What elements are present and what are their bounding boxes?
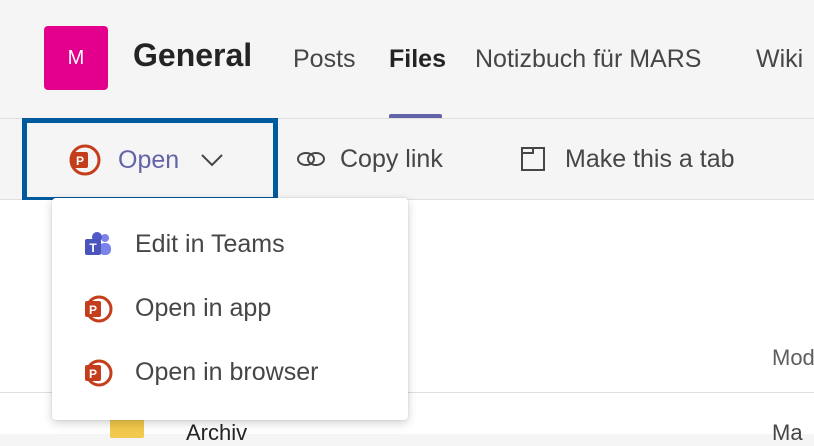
make-tab-label: Make this a tab bbox=[565, 144, 735, 173]
link-icon bbox=[297, 152, 325, 166]
make-tab-button[interactable]: Make this a tab bbox=[519, 141, 735, 177]
menu-item-label: Open in app bbox=[135, 294, 272, 322]
open-dropdown-menu: T Edit in Teams P Open in app P Open in … bbox=[52, 198, 408, 420]
powerpoint-icon: P bbox=[85, 359, 113, 387]
tab-wiki[interactable]: Wiki bbox=[756, 45, 803, 74]
channel-title: General bbox=[133, 37, 253, 73]
open-label: Open bbox=[118, 145, 180, 174]
tab-posts[interactable]: Posts bbox=[293, 45, 356, 74]
tab-icon bbox=[521, 147, 545, 171]
copy-link-label: Copy link bbox=[340, 144, 443, 173]
team-avatar-initial: M bbox=[67, 46, 85, 69]
teams-icon: T bbox=[85, 232, 111, 255]
powerpoint-icon: P bbox=[69, 144, 101, 176]
svg-text:P: P bbox=[89, 367, 97, 381]
modified-column-header[interactable]: Mod bbox=[772, 345, 814, 371]
svg-text:P: P bbox=[76, 154, 84, 168]
open-dropdown-button[interactable]: P Open bbox=[68, 142, 225, 178]
menu-item-edit-in-teams[interactable]: T Edit in Teams bbox=[52, 216, 408, 272]
team-avatar[interactable]: M bbox=[44, 26, 108, 90]
chevron-down-icon bbox=[201, 154, 223, 167]
tab-files[interactable]: Files bbox=[389, 45, 446, 74]
svg-text:T: T bbox=[89, 241, 97, 255]
file-row-name[interactable]: Archiv bbox=[186, 420, 247, 446]
menu-item-open-in-app[interactable]: P Open in app bbox=[52, 280, 408, 336]
menu-item-label: Edit in Teams bbox=[135, 230, 285, 258]
powerpoint-icon: P bbox=[85, 295, 113, 323]
copy-link-button[interactable]: Copy link bbox=[296, 141, 443, 177]
tab-notizbuch[interactable]: Notizbuch für MARS bbox=[475, 45, 701, 74]
active-tab-indicator bbox=[389, 114, 442, 118]
file-row-modified: Ma bbox=[772, 420, 803, 445]
svg-text:P: P bbox=[89, 303, 97, 317]
menu-item-open-in-browser[interactable]: P Open in browser bbox=[52, 344, 408, 400]
menu-item-label: Open in browser bbox=[135, 358, 319, 386]
channel-header: M General Posts Files Notizbuch für MARS… bbox=[0, 0, 814, 119]
